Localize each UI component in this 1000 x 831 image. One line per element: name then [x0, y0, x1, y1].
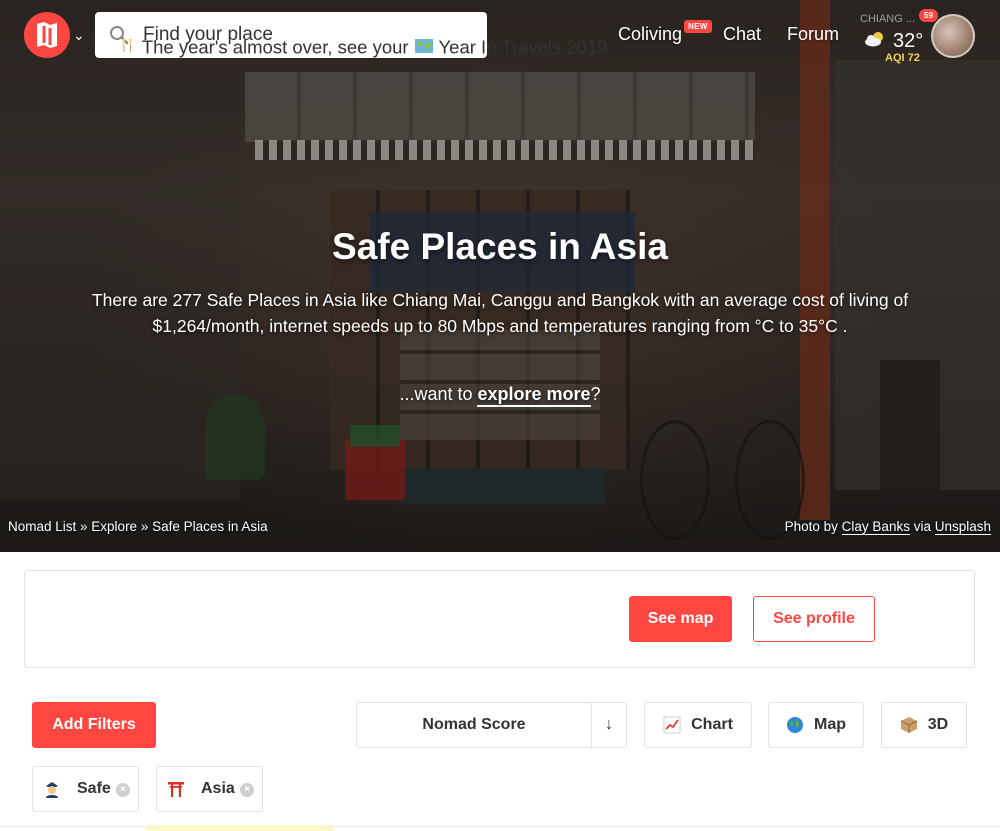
breadcrumb-separator: »: [137, 519, 153, 534]
banner-message: The year's almost over, see your Year In…: [117, 36, 608, 61]
credit-via: via: [909, 519, 935, 534]
see-profile-button[interactable]: See profile: [753, 596, 875, 642]
nomadlist-logo[interactable]: [24, 12, 70, 58]
banner-text-after: Year In Travels 2019: [438, 36, 608, 58]
remove-filter-icon[interactable]: ×: [116, 783, 130, 797]
user-avatar[interactable]: [931, 14, 975, 58]
3d-view-button[interactable]: 3D: [881, 702, 967, 748]
banner-text-before: The year's almost over, see your: [141, 36, 409, 58]
sort-direction-button[interactable]: ↓: [592, 703, 626, 747]
breadcrumb-current[interactable]: Safe Places in Asia: [152, 519, 268, 534]
nav-forum[interactable]: Forum: [787, 24, 839, 45]
map-logo-icon: [37, 22, 57, 48]
chart-view-button[interactable]: Chart: [644, 702, 752, 748]
torii-gate-icon: [168, 782, 184, 797]
nav-chat[interactable]: Chat: [723, 24, 761, 45]
page-title: Safe Places in Asia: [332, 226, 668, 267]
globe-icon: [787, 717, 803, 733]
weather-temperature: 32°: [893, 30, 924, 52]
chevron-down-icon[interactable]: ⌄: [73, 27, 85, 44]
unsplash-link[interactable]: Unsplash: [934, 519, 991, 535]
list-header-highlight: [145, 825, 333, 831]
breadcrumb-separator: »: [76, 519, 92, 534]
package-icon: [900, 717, 917, 733]
remove-filter-icon[interactable]: ×: [240, 783, 254, 797]
see-map-button[interactable]: See map: [629, 596, 732, 642]
nav-coliving[interactable]: Coliving: [618, 24, 682, 45]
police-officer-icon: [46, 782, 58, 798]
credit-prefix: Photo by: [784, 519, 842, 534]
new-badge: NEW: [684, 20, 712, 33]
explore-suffix: ?: [590, 384, 601, 404]
explore-prompt: ...want to explore more?: [0, 384, 1000, 407]
hero-overlay: [0, 0, 1000, 552]
hero-description: There are 277 Safe Places in Asia like C…: [91, 290, 909, 336]
sort-select[interactable]: Nomad Score: [357, 703, 592, 747]
notification-badge: 59: [919, 9, 938, 22]
photographer-link[interactable]: Clay Banks: [841, 519, 910, 535]
champagne-icon: [117, 36, 137, 61]
filter-chip-label: Safe: [77, 780, 111, 797]
air-quality-index: AQI 72: [885, 52, 920, 64]
partly-cloudy-icon: [864, 31, 886, 52]
explore-more-link[interactable]: explore more: [477, 384, 591, 407]
filter-chip-asia[interactable]: Asia ×: [156, 766, 263, 812]
photo-credit: Photo by Clay Banks via Unsplash: [784, 519, 991, 535]
hero-section: [0, 0, 1000, 552]
weather-city: CHIANG ...: [860, 13, 916, 25]
chart-icon: [663, 716, 681, 734]
filter-chip-safe[interactable]: Safe ×: [32, 766, 139, 812]
add-filters-button[interactable]: Add Filters: [32, 702, 156, 748]
breadcrumb: Nomad List » Explore » Safe Places in As…: [8, 519, 268, 534]
map-label: Map: [814, 716, 846, 733]
3d-label: 3D: [927, 716, 949, 733]
explore-prefix: ...want to: [399, 384, 478, 404]
breadcrumb-home[interactable]: Nomad List: [8, 519, 76, 534]
map-view-button[interactable]: Map: [768, 702, 864, 748]
world-map-icon: [414, 37, 434, 60]
breadcrumb-explore[interactable]: Explore: [91, 519, 137, 534]
chart-label: Chart: [691, 716, 733, 733]
filter-chip-label: Asia: [201, 780, 235, 797]
sort-control[interactable]: Nomad Score ↓: [356, 702, 627, 748]
